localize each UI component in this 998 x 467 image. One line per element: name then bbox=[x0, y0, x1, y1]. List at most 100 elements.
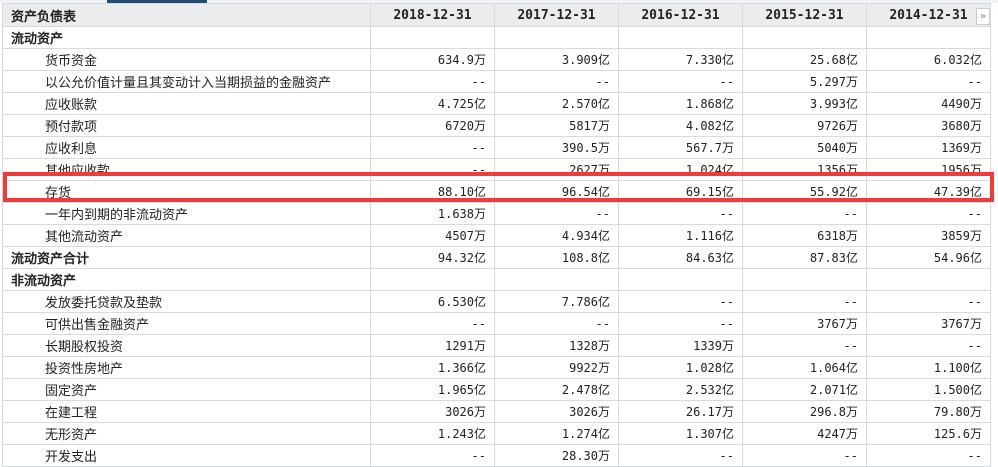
table-body: 流动资产 货币资金 634.9万 3.909亿 7.330亿 25.68亿 6.032亿 以公… bbox=[2, 26, 991, 467]
cell-value: -- bbox=[370, 312, 495, 335]
cell-value: 3026万 bbox=[370, 400, 495, 423]
cell-value bbox=[742, 26, 867, 49]
cell-value bbox=[494, 268, 619, 291]
cell-value: 3.993亿 bbox=[742, 92, 867, 115]
cell-value: 7.786亿 bbox=[494, 290, 619, 313]
cell-value: 390.5万 bbox=[494, 136, 619, 159]
cell-value: 1.116亿 bbox=[618, 224, 743, 247]
row-label: 可供出售金融资产 bbox=[2, 312, 371, 335]
cell-value: 25.68亿 bbox=[742, 48, 867, 71]
cell-value: 4247万 bbox=[742, 422, 867, 445]
row-label: 投资性房地产 bbox=[2, 356, 371, 379]
cell-value: 1.100亿 bbox=[866, 356, 991, 379]
cell-value: -- bbox=[618, 202, 743, 225]
cell-value: 6.530亿 bbox=[370, 290, 495, 313]
balance-sheet-table: 资产负债表 2018-12-31 2017-12-31 2016-12-31 2… bbox=[2, 3, 991, 467]
table-row: 投资性房地产 1.366亿 9922万 1.028亿 1.064亿 1.100亿 bbox=[2, 356, 991, 379]
cell-value: 9726万 bbox=[742, 114, 867, 137]
cell-value: -- bbox=[370, 158, 495, 181]
cell-value: 108.8亿 bbox=[494, 246, 619, 269]
row-label: 以公允价值计量且其变动计入当期损益的金融资产 bbox=[2, 70, 371, 93]
cell-value: -- bbox=[866, 70, 991, 93]
more-columns-icon[interactable]: » bbox=[976, 8, 990, 25]
table-row: 其他应收款 -- 2627万 1.024亿 1356万 1956万 bbox=[2, 158, 991, 181]
cell-value: 5040万 bbox=[742, 136, 867, 159]
cell-value: -- bbox=[618, 444, 743, 467]
cell-value: 3026万 bbox=[494, 400, 619, 423]
table-row: 其他流动资产 4507万 4.934亿 1.116亿 6318万 3859万 bbox=[2, 224, 991, 247]
cell-value: 1.064亿 bbox=[742, 356, 867, 379]
cell-value: 28.30万 bbox=[494, 444, 619, 467]
row-label: 预付款项 bbox=[2, 114, 371, 137]
header-row: 资产负债表 2018-12-31 2017-12-31 2016-12-31 2… bbox=[2, 3, 991, 27]
table-row: 一年内到期的非流动资产 1.638万 -- -- -- -- bbox=[2, 202, 991, 225]
table-row: 发放委托贷款及垫款 6.530亿 7.786亿 -- -- -- bbox=[2, 290, 991, 313]
row-label: 流动资产 bbox=[2, 26, 371, 49]
row-label: 无形资产 bbox=[2, 422, 371, 445]
cell-value: 2.478亿 bbox=[494, 378, 619, 401]
cell-value: 79.80万 bbox=[866, 400, 991, 423]
cell-value: 6318万 bbox=[742, 224, 867, 247]
cell-value: 5817万 bbox=[494, 114, 619, 137]
cell-value: 84.63亿 bbox=[618, 246, 743, 269]
row-label: 应收账款 bbox=[2, 92, 371, 115]
cell-value: 94.32亿 bbox=[370, 246, 495, 269]
total-row: 流动资产合计 94.32亿 108.8亿 84.63亿 87.83亿 54.96亿 bbox=[2, 246, 991, 269]
cell-value: 1956万 bbox=[866, 158, 991, 181]
cell-value bbox=[618, 268, 743, 291]
cell-value: 1.965亿 bbox=[370, 378, 495, 401]
table-row: 长期股权投资 1291万 1328万 1339万 -- -- bbox=[2, 334, 991, 357]
row-label: 应收利息 bbox=[2, 136, 371, 159]
row-label: 长期股权投资 bbox=[2, 334, 371, 357]
cell-value: -- bbox=[370, 70, 495, 93]
section-row: 非流动资产 bbox=[2, 268, 991, 291]
row-label: 货币资金 bbox=[2, 48, 371, 71]
cell-value: -- bbox=[866, 202, 991, 225]
row-label: 固定资产 bbox=[2, 378, 371, 401]
cell-value: 1.307亿 bbox=[618, 422, 743, 445]
column-header: 2014-12-31 » bbox=[866, 3, 991, 27]
cell-value: -- bbox=[370, 444, 495, 467]
table-title: 资产负债表 bbox=[2, 3, 371, 27]
cell-value: 26.17万 bbox=[618, 400, 743, 423]
table-row: 开发支出 -- 28.30万 -- -- -- bbox=[2, 444, 991, 467]
table-row: 预付款项 6720万 5817万 4.082亿 9726万 3680万 bbox=[2, 114, 991, 137]
cell-value: 69.15亿 bbox=[618, 180, 743, 203]
cell-value: 4.082亿 bbox=[618, 114, 743, 137]
cell-value: 1.868亿 bbox=[618, 92, 743, 115]
cell-value: 1356万 bbox=[742, 158, 867, 181]
cell-value: 1369万 bbox=[866, 136, 991, 159]
table-row: 应收账款 4.725亿 2.570亿 1.868亿 3.993亿 4490万 bbox=[2, 92, 991, 115]
cell-value bbox=[866, 26, 991, 49]
table-row: 固定资产 1.965亿 2.478亿 2.532亿 2.071亿 1.500亿 bbox=[2, 378, 991, 401]
cell-value: 1.024亿 bbox=[618, 158, 743, 181]
cell-value: -- bbox=[494, 70, 619, 93]
cell-value: -- bbox=[370, 136, 495, 159]
cell-value: -- bbox=[618, 70, 743, 93]
row-label: 其他应收款 bbox=[2, 158, 371, 181]
cell-value: 54.96亿 bbox=[866, 246, 991, 269]
table-row: 存货 88.10亿 96.54亿 69.15亿 55.92亿 47.39亿 bbox=[2, 180, 991, 203]
cell-value: 1.028亿 bbox=[618, 356, 743, 379]
column-header: 2017-12-31 bbox=[494, 3, 619, 27]
cell-value: 1.366亿 bbox=[370, 356, 495, 379]
cell-value: 4.725亿 bbox=[370, 92, 495, 115]
row-label: 存货 bbox=[2, 180, 371, 203]
cell-value: 2.532亿 bbox=[618, 378, 743, 401]
cell-value: 6.032亿 bbox=[866, 48, 991, 71]
cell-value: -- bbox=[618, 290, 743, 313]
table-row: 在建工程 3026万 3026万 26.17万 296.8万 79.80万 bbox=[2, 400, 991, 423]
cell-value: 2.071亿 bbox=[742, 378, 867, 401]
cell-value bbox=[618, 26, 743, 49]
cell-value bbox=[866, 268, 991, 291]
cell-value: 9922万 bbox=[494, 356, 619, 379]
cell-value: 3.909亿 bbox=[494, 48, 619, 71]
cell-value: -- bbox=[742, 334, 867, 357]
cell-value: 296.8万 bbox=[742, 400, 867, 423]
table-row: 以公允价值计量且其变动计入当期损益的金融资产 -- -- -- 5.297万 -- bbox=[2, 70, 991, 93]
row-label: 其他流动资产 bbox=[2, 224, 371, 247]
cell-value: 1.500亿 bbox=[866, 378, 991, 401]
cell-value: 567.7万 bbox=[618, 136, 743, 159]
cell-value: 7.330亿 bbox=[618, 48, 743, 71]
cell-value bbox=[494, 26, 619, 49]
